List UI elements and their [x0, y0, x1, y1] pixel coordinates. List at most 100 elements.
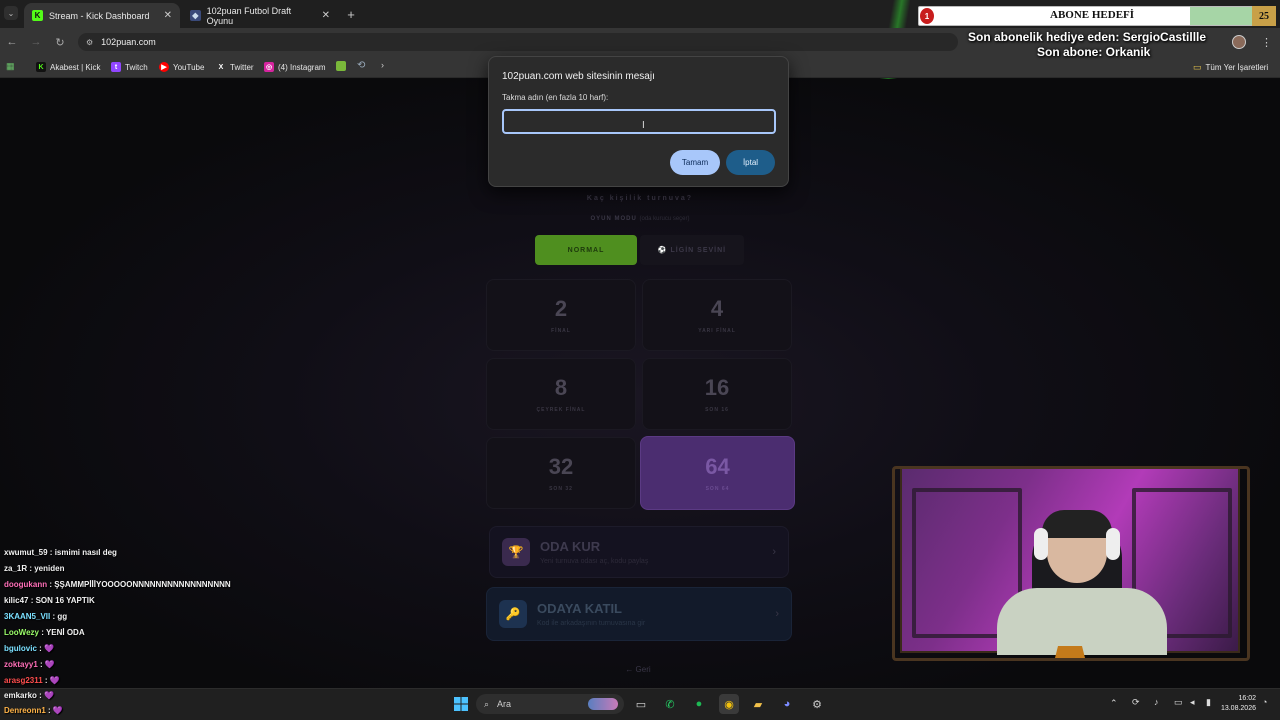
- streamer-hair: [1042, 510, 1112, 538]
- back-arrow-icon[interactable]: ←: [4, 34, 20, 50]
- address-text: 102puan.com: [101, 37, 156, 47]
- microphone-icon[interactable]: ♪: [1154, 697, 1159, 707]
- volume-icon[interactable]: ◂: [1190, 697, 1195, 708]
- all-bookmarks[interactable]: ▭ Tüm Yer İşaretleri: [1193, 61, 1268, 73]
- taskbar-search[interactable]: ⌕ Ara: [476, 694, 624, 714]
- chat-text: ismimi nasıl deg: [54, 548, 117, 557]
- tab-search-button[interactable]: ⌄: [4, 6, 18, 20]
- size-number: 64: [705, 454, 730, 479]
- goal-badge: 1: [920, 8, 934, 24]
- size-card-8[interactable]: 8 ÇEYREK FİNAL: [486, 358, 636, 430]
- search-highlight-icon: [588, 698, 618, 710]
- tray-app-icon[interactable]: ⟳: [1132, 697, 1140, 708]
- size-number: 32: [548, 454, 574, 479]
- chevron-right-icon: ›: [775, 608, 779, 620]
- chat-message: za_1R : yeniden: [4, 564, 65, 573]
- battery-icon[interactable]: ▮: [1206, 697, 1211, 708]
- chat-user: kilic47: [4, 596, 29, 605]
- discord-icon[interactable]: ◕: [777, 694, 797, 714]
- size-number: 2: [554, 296, 568, 321]
- chat-message: bgulovic : 💜: [4, 644, 54, 653]
- mode-normal-button[interactable]: NORMAL: [535, 235, 637, 265]
- x-icon: X: [218, 63, 224, 71]
- chat-text: 💜: [44, 691, 54, 700]
- ok-button[interactable]: Tamam: [670, 150, 720, 175]
- size-card-2[interactable]: 2 FİNAL: [486, 279, 636, 351]
- chat-message: xwumut_59 : ismimi nasıl deg: [4, 548, 117, 557]
- create-room-button[interactable]: 🏆 ODA KUR Yeni turnuva odası aç, kodu pa…: [489, 526, 789, 578]
- close-icon[interactable]: ✕: [164, 10, 172, 21]
- size-card-4[interactable]: 4 YARI FİNAL: [642, 279, 792, 351]
- forward-arrow-icon[interactable]: →: [28, 34, 44, 50]
- nickname-input[interactable]: [502, 109, 776, 134]
- settings-icon[interactable]: ⚙: [807, 694, 827, 714]
- bookmark-twitch[interactable]: t Twitch: [111, 61, 148, 73]
- prompt-dialog: 102puan.com web sitesinin mesajı Takma a…: [488, 56, 789, 187]
- cancel-button[interactable]: İptal: [726, 150, 775, 175]
- headset-icon: [1106, 528, 1120, 560]
- back-link[interactable]: ← Geri: [608, 665, 668, 674]
- tab-102puan[interactable]: ◆ 102puan Futbol Draft Oyunu ✕: [182, 3, 338, 28]
- size-card-32[interactable]: 32 SON 32: [486, 437, 636, 509]
- new-tab-button[interactable]: +: [344, 7, 358, 22]
- headset-icon: [1034, 528, 1048, 560]
- chat-user: emkarko: [4, 691, 37, 700]
- chat-user: bgulovic: [4, 644, 37, 653]
- mode-hint: (oda kurucu seçer): [639, 216, 690, 222]
- size-card-64[interactable]: 64 SON 64: [640, 436, 795, 510]
- join-room-subtitle: Kod ile arkadaşının turnuvasına gir: [537, 620, 646, 627]
- clock[interactable]: 16:02 13.08.2026: [1212, 694, 1256, 714]
- menu-dots-icon[interactable]: ⋮: [1261, 36, 1272, 49]
- chat-message: LooWezy : YENİ ODA: [4, 628, 85, 637]
- twitch-icon: t: [111, 62, 121, 72]
- mode-league-button[interactable]: ⚽ LİGİN SEVİNİ: [640, 235, 744, 265]
- size-card-16[interactable]: 16 SON 16: [642, 358, 792, 430]
- create-room-subtitle: Yeni turnuva odası aç, kodu paylaş: [540, 558, 649, 565]
- whatsapp-icon[interactable]: ✆: [660, 694, 680, 714]
- text-cursor-icon: I: [642, 120, 645, 131]
- bookmark-twitter[interactable]: X Twitter: [216, 61, 254, 73]
- size-label: SON 64: [705, 486, 730, 492]
- create-room-title: ODA KUR: [540, 539, 601, 554]
- spotify-icon[interactable]: ●: [689, 694, 709, 714]
- network-icon[interactable]: ▭: [1174, 697, 1183, 708]
- kick-favicon-icon: K: [32, 10, 43, 21]
- sync-icon[interactable]: ⟲: [357, 60, 365, 71]
- close-icon[interactable]: ✕: [322, 10, 330, 21]
- bookmark-instagram[interactable]: ◎ (4) Instagram: [264, 61, 326, 73]
- goal-title: ABONE HEDEFİ: [1050, 9, 1135, 21]
- chat-user: xwumut_59: [4, 548, 48, 557]
- tray-chevron-up-icon[interactable]: ⌃: [1110, 698, 1118, 709]
- bookmark-kick[interactable]: K Akabest | Kick: [36, 61, 101, 73]
- frame-logo: [1055, 646, 1085, 658]
- more-bookmarks-icon[interactable]: ›: [381, 60, 384, 70]
- chat-text: YENİ ODA: [45, 628, 85, 637]
- chat-message: Denreonn1 : 💜: [4, 706, 63, 715]
- size-label: FİNAL: [551, 328, 571, 334]
- chat-text: 💜: [44, 660, 55, 669]
- chat-user: 3KAAN5_VII: [4, 612, 51, 621]
- join-room-button[interactable]: 🔑 ODAYA KATIL Kod ile arkadaşının turnuv…: [486, 587, 792, 641]
- size-number: 8: [554, 375, 568, 400]
- extension-icon[interactable]: [336, 61, 346, 71]
- address-bar[interactable]: ⚙ 102puan.com: [78, 33, 958, 51]
- reload-icon[interactable]: ↻: [52, 34, 68, 50]
- file-explorer-icon[interactable]: ▰: [748, 694, 768, 714]
- notification-bell-icon[interactable]: ◔: [1262, 697, 1267, 707]
- chat-user: za_1R: [4, 564, 28, 573]
- tab-title: 102puan Futbol Draft Oyunu: [206, 5, 292, 26]
- bookmark-label: Twitter: [230, 62, 254, 72]
- gift-sub-line: Son abonelik hediye eden: SergioCastilll…: [968, 30, 1207, 44]
- start-button[interactable]: [451, 694, 471, 714]
- bookmark-youtube[interactable]: ▶ YouTube: [159, 61, 204, 73]
- key-icon: 🔑: [499, 600, 527, 628]
- chat-user: zoktayy1: [4, 660, 38, 669]
- profile-avatar[interactable]: [1232, 35, 1246, 49]
- chat-message: arasg2311 : 💜: [4, 676, 60, 685]
- dialog-title: 102puan.com web sitesinin mesajı: [502, 71, 655, 82]
- tab-kick-dashboard[interactable]: K Stream - Kick Dashboard ✕: [24, 3, 180, 28]
- site-info-icon[interactable]: ⚙: [86, 38, 93, 47]
- task-view-icon[interactable]: ▭: [631, 694, 651, 714]
- apps-grid-icon[interactable]: ▦: [6, 61, 16, 71]
- chrome-icon[interactable]: ◉: [719, 694, 739, 714]
